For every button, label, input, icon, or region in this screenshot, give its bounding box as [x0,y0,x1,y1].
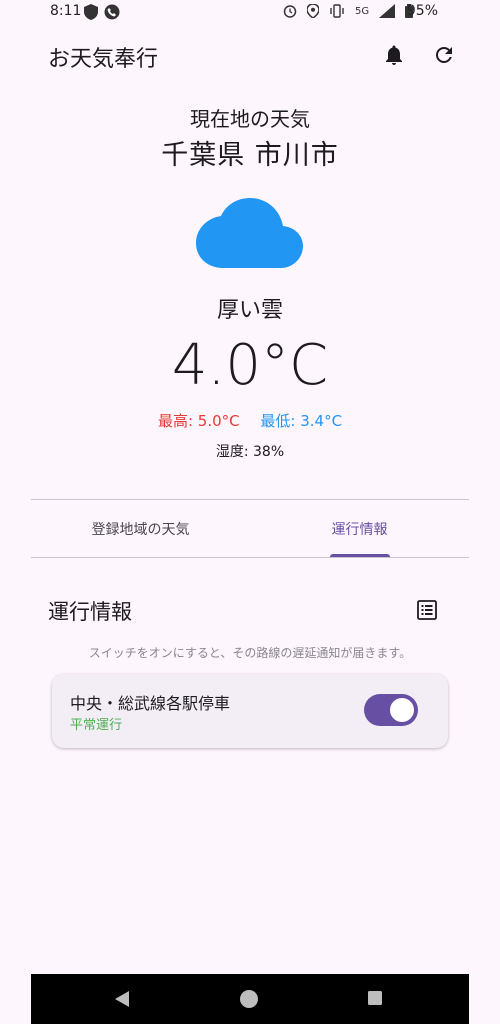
home-icon[interactable] [239,989,259,1009]
tab-service-info[interactable]: 運行情報 [250,500,469,557]
low-temp: 最低: 3.4°C [260,412,343,430]
list-icon[interactable] [416,599,438,621]
cloud-icon [196,198,303,268]
app-title: お天気奉行 [48,47,159,72]
notify-switch[interactable] [364,694,418,726]
tab-label: 登録地域の天気 [91,521,190,538]
status-bar: 8:11 5G 95% [0,0,500,26]
tab-registered-weather[interactable]: 登録地域の天気 [31,500,250,557]
back-icon[interactable] [113,989,131,1009]
recents-icon[interactable] [367,990,383,1006]
line-status: 平常運行 [70,718,123,733]
app-bar: お天気奉行 [0,30,500,80]
temperature: 4.0°C [171,333,329,398]
location-icon [307,4,319,18]
signal-icon [379,4,396,18]
alarm-icon [283,5,297,18]
humidity: 湿度: 38% [215,444,285,460]
notification-hint: スイッチをオンにすると、その路線の遅延通知が届きます。 [88,646,412,660]
network-label: 5G [355,5,370,17]
navigation-bar [31,974,469,1024]
location-label: 現在地の天気 [190,107,310,131]
divider [31,557,469,558]
vibrate-icon [330,4,344,18]
section-title: 運行情報 [48,600,132,624]
shield-icon [84,4,98,20]
refresh-icon[interactable] [432,43,456,67]
bell-icon[interactable] [382,43,406,67]
line-name: 中央・総武線各駅停車 [70,694,231,713]
status-time: 8:11 [50,3,82,19]
phone-icon [104,4,120,20]
high-low: 最高: 5.0°C 最低: 3.4°C [0,410,500,431]
high-temp: 最高: 5.0°C [157,412,240,430]
battery-percent: 95% [406,3,438,19]
switch-knob [390,698,414,722]
weather-condition: 厚い雲 [216,298,283,323]
location-name: 千葉県 市川市 [161,140,339,171]
line-card: 中央・総武線各駅停車 平常運行 [52,674,448,748]
tab-label: 運行情報 [331,521,388,538]
